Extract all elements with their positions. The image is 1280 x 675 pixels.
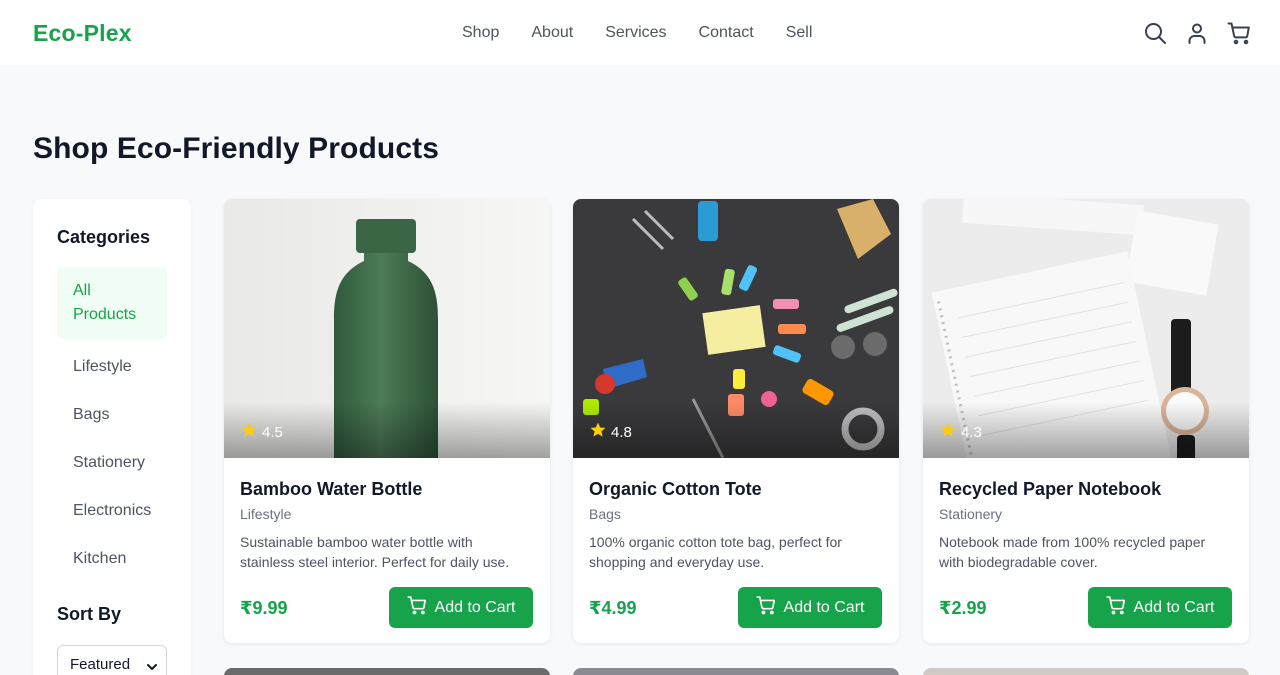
- sort-selected-value: Featured: [70, 656, 131, 673]
- star-icon: [240, 421, 258, 443]
- cart-icon[interactable]: [1226, 20, 1252, 46]
- site-header: Eco-Plex Shop About Services Contact Sel…: [0, 0, 1280, 65]
- cart-icon: [755, 595, 776, 620]
- cart-icon: [1105, 595, 1126, 620]
- nav-shop[interactable]: Shop: [462, 24, 499, 42]
- add-to-cart-button[interactable]: Add to Cart: [1088, 587, 1232, 628]
- cart-icon: [406, 595, 427, 620]
- filter-sidebar: Categories All Products Lifestyle Bags S…: [33, 199, 191, 675]
- product-card-peek: [224, 668, 550, 675]
- product-price: ₹9.99: [240, 598, 288, 618]
- sort-select[interactable]: Featured: [57, 645, 167, 675]
- category-electronics[interactable]: Electronics: [57, 487, 167, 535]
- category-all-products[interactable]: All Products: [57, 267, 167, 339]
- nav-about[interactable]: About: [531, 24, 573, 42]
- product-image[interactable]: [573, 199, 899, 458]
- product-image[interactable]: [923, 199, 1249, 458]
- nav-contact[interactable]: Contact: [699, 24, 754, 42]
- add-to-cart-label: Add to Cart: [1133, 598, 1215, 616]
- logo[interactable]: Eco-Plex: [33, 20, 132, 47]
- product-description: Notebook made from 100% recycled paper w…: [939, 534, 1206, 570]
- add-to-cart-button[interactable]: Add to Cart: [389, 587, 533, 628]
- add-to-cart-label: Add to Cart: [783, 598, 865, 616]
- product-rating: 4.8: [589, 421, 632, 443]
- product-category: Lifestyle: [240, 506, 292, 522]
- rating-value: 4.8: [611, 423, 632, 441]
- product-rating: 4.5: [240, 421, 283, 443]
- rating-value: 4.5: [262, 423, 283, 441]
- main-nav: Shop About Services Contact Sell: [462, 24, 844, 42]
- category-bags[interactable]: Bags: [57, 391, 167, 439]
- add-to-cart-button[interactable]: Add to Cart: [738, 587, 882, 628]
- product-card[interactable]: 4.3 Recycled Paper Notebook Stationery N…: [923, 199, 1249, 643]
- product-name[interactable]: Organic Cotton Tote: [589, 479, 762, 500]
- categories-heading: Categories: [57, 227, 151, 247]
- product-price: ₹4.99: [589, 598, 637, 618]
- product-price: ₹2.99: [939, 598, 987, 618]
- product-card-peek: [923, 668, 1249, 675]
- category-lifestyle[interactable]: Lifestyle: [57, 343, 167, 391]
- page-title: Shop Eco-Friendly Products: [33, 132, 439, 165]
- category-list: All Products Lifestyle Bags Stationery E…: [57, 267, 167, 583]
- star-icon: [939, 421, 957, 443]
- product-card-peek: [573, 668, 899, 675]
- product-card[interactable]: 4.8 Organic Cotton Tote Bags 100% organi…: [573, 199, 899, 643]
- nav-sell[interactable]: Sell: [786, 24, 813, 42]
- nav-services[interactable]: Services: [605, 24, 666, 42]
- product-name[interactable]: Recycled Paper Notebook: [939, 479, 1161, 500]
- star-icon: [589, 421, 607, 443]
- add-to-cart-label: Add to Cart: [434, 598, 516, 616]
- product-category: Stationery: [939, 506, 1003, 522]
- product-card[interactable]: 4.5 Bamboo Water Bottle Lifestyle Sustai…: [224, 199, 550, 643]
- product-rating: 4.3: [939, 421, 982, 443]
- product-image[interactable]: [224, 199, 550, 458]
- category-stationery[interactable]: Stationery: [57, 439, 167, 487]
- search-icon[interactable]: [1142, 20, 1168, 46]
- header-actions: [1142, 20, 1252, 46]
- category-kitchen[interactable]: Kitchen: [57, 535, 167, 583]
- sort-heading: Sort By: [57, 604, 122, 624]
- product-description: 100% organic cotton tote bag, perfect fo…: [589, 534, 842, 570]
- chevron-down-icon: [146, 660, 158, 675]
- rating-value: 4.3: [961, 423, 982, 441]
- user-icon[interactable]: [1184, 20, 1210, 46]
- product-description: Sustainable bamboo water bottle with sta…: [240, 534, 510, 570]
- product-name[interactable]: Bamboo Water Bottle: [240, 479, 422, 500]
- product-category: Bags: [589, 506, 621, 522]
